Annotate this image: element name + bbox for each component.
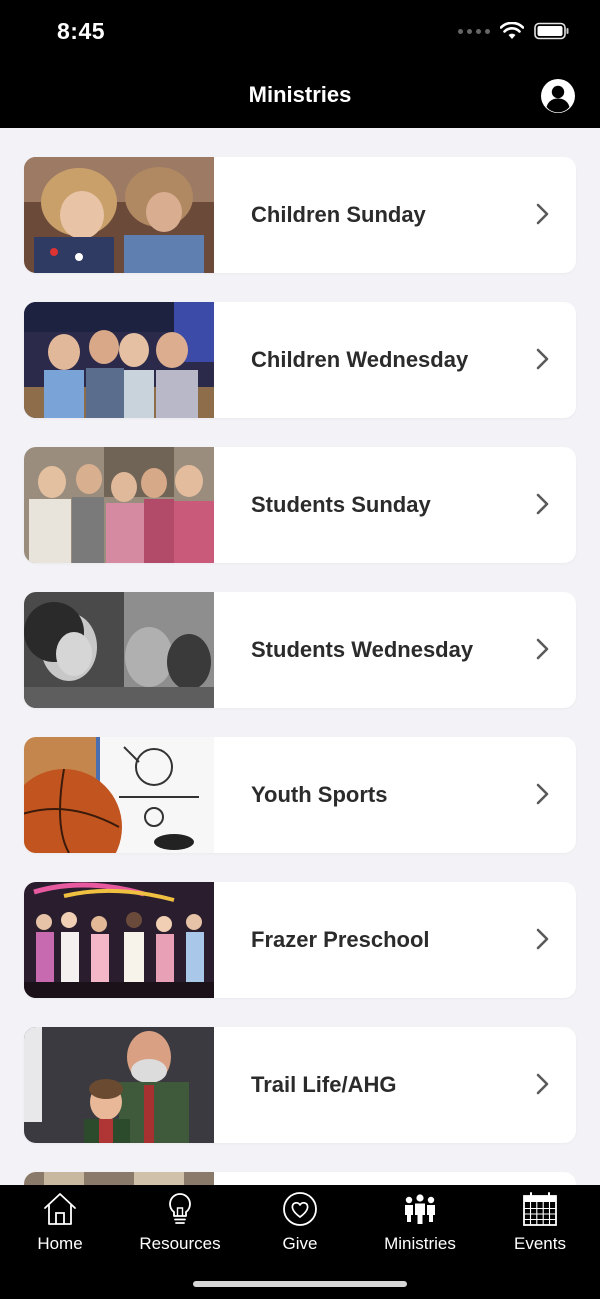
ministry-card-children-wednesday[interactable]: Children Wednesday <box>24 302 576 418</box>
chevron-right-icon <box>536 203 549 225</box>
ministry-card-youth-sports[interactable]: Youth Sports <box>24 737 576 853</box>
ministry-label: Frazer Preschool <box>251 927 430 952</box>
tab-ministries[interactable]: Ministries <box>360 1185 480 1265</box>
lightbulb-icon <box>169 1193 191 1224</box>
ministry-thumbnail <box>24 447 214 563</box>
ministry-card-frazer-preschool[interactable]: Frazer Preschool <box>24 882 576 998</box>
house-icon <box>44 1193 76 1225</box>
navigation-bar: Ministries <box>0 64 600 128</box>
ministry-card-students-sunday[interactable]: Students Sunday <box>24 447 576 563</box>
tab-label: Give <box>282 1234 318 1253</box>
ministry-label: Children Wednesday <box>251 347 469 372</box>
tab-bar: Home Resources Give Ministries Events <box>0 1185 600 1299</box>
tab-label: Ministries <box>384 1234 456 1253</box>
ministry-label: Trail Life/AHG <box>251 1072 397 1097</box>
tab-events[interactable]: Events <box>480 1185 600 1265</box>
ministry-card-partial[interactable] <box>24 1172 576 1185</box>
calendar-icon <box>523 1192 557 1226</box>
page-title: Ministries <box>248 82 352 107</box>
home-indicator <box>193 1281 407 1287</box>
ministry-thumbnail <box>24 157 214 273</box>
ministry-label: Students Wednesday <box>251 637 474 662</box>
ministry-card-children-sunday[interactable]: Children Sunday <box>24 157 576 273</box>
tab-label: Events <box>514 1234 566 1253</box>
cellular-signal-icon <box>458 28 490 34</box>
tab-give[interactable]: Give <box>240 1185 360 1265</box>
profile-icon <box>541 79 575 113</box>
ministry-label: Youth Sports <box>251 782 388 807</box>
chevron-right-icon <box>536 783 549 805</box>
ministry-thumbnail <box>24 1027 214 1143</box>
tab-resources[interactable]: Resources <box>120 1185 240 1265</box>
chevron-right-icon <box>536 348 549 370</box>
chevron-right-icon <box>536 1073 549 1095</box>
status-time: 8:45 <box>57 18 106 44</box>
chevron-right-icon <box>536 638 549 660</box>
profile-button[interactable] <box>540 78 576 114</box>
tab-label: Home <box>37 1234 83 1253</box>
ministry-thumbnail <box>24 592 214 708</box>
ministries-list: Children Sunday Children Wednesday Stude… <box>0 128 600 1185</box>
heart-icon <box>283 1192 317 1226</box>
ministry-thumbnail <box>24 882 214 998</box>
battery-icon <box>534 22 569 40</box>
ministry-thumbnail <box>24 302 214 418</box>
ministry-thumbnail <box>24 1172 214 1185</box>
tab-home[interactable]: Home <box>0 1185 120 1265</box>
ministry-label: Students Sunday <box>251 492 431 517</box>
chevron-right-icon <box>536 928 549 950</box>
people-icon <box>405 1194 435 1224</box>
ministry-label: Children Sunday <box>251 202 426 227</box>
chevron-right-icon <box>536 493 549 515</box>
wifi-icon <box>500 22 524 39</box>
tab-label: Resources <box>139 1234 221 1253</box>
status-bar: 8:45 <box>0 0 600 64</box>
ministry-thumbnail <box>24 737 214 853</box>
ministry-card-students-wednesday[interactable]: Students Wednesday <box>24 592 576 708</box>
status-icons <box>458 22 570 40</box>
ministry-card-trail-life-ahg[interactable]: Trail Life/AHG <box>24 1027 576 1143</box>
